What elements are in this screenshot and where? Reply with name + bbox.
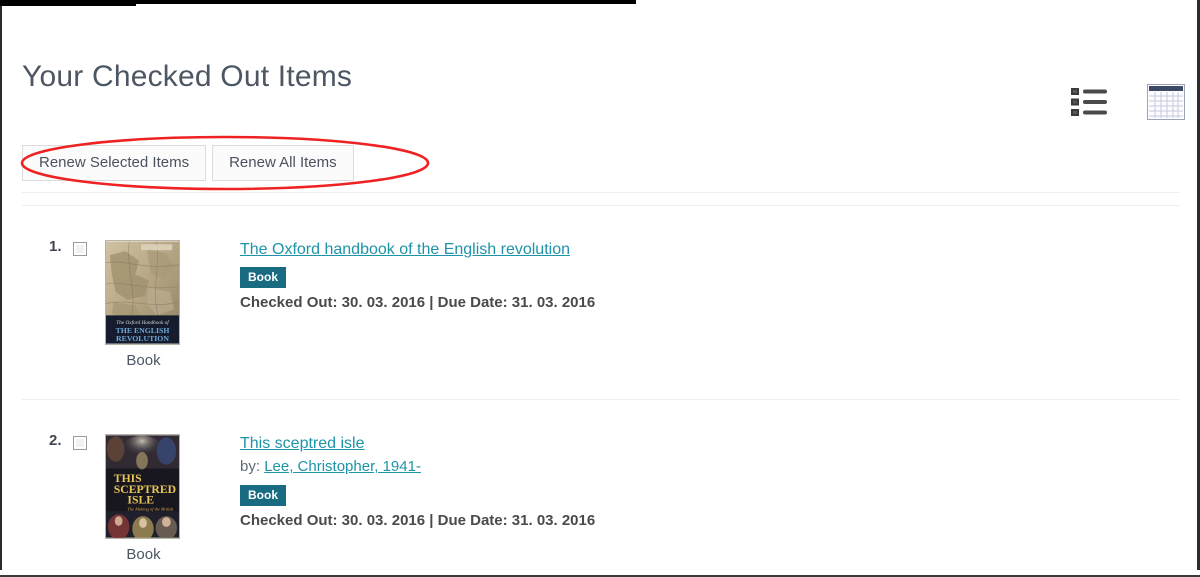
item-divider	[22, 399, 1180, 400]
grid-view-button[interactable]	[1147, 84, 1185, 120]
toolbar-divider	[22, 192, 1180, 193]
item-select-checkbox[interactable]	[73, 242, 87, 256]
item-format-badge: Book	[240, 267, 286, 288]
item-author-link[interactable]: Lee, Christopher, 1941-	[264, 458, 421, 475]
item-cover-wrap: THIS SCEPTRED ISLE The Making of the Bri…	[105, 434, 182, 563]
item-format-caption: Book	[126, 352, 161, 369]
item-select-checkbox[interactable]	[73, 436, 87, 450]
item-details: This sceptred isle by: Lee, Christopher,…	[240, 434, 595, 529]
item-index: 2.	[49, 432, 62, 449]
book-cover-image: The Oxford Handbook of THE ENGLISH REVOL…	[105, 240, 180, 345]
item-details: The Oxford handbook of the English revol…	[240, 240, 595, 311]
window-top-border-2	[136, 0, 636, 4]
item-cover-wrap: The Oxford Handbook of THE ENGLISH REVOL…	[105, 240, 182, 369]
svg-text:The Making of the British: The Making of the British	[127, 506, 174, 511]
list-view-button[interactable]	[1071, 87, 1107, 117]
item-dates: Checked Out: 30. 03. 2016 | Due Date: 31…	[240, 512, 596, 529]
svg-text:REVOLUTION: REVOLUTION	[116, 334, 169, 343]
book-cover-image: THIS SCEPTRED ISLE The Making of the Bri…	[105, 434, 180, 539]
item-format-badge: Book	[240, 485, 286, 506]
renew-selected-items-button[interactable]: Renew Selected Items	[22, 145, 207, 181]
item-title-link[interactable]: The Oxford handbook of the English revol…	[240, 240, 570, 260]
renew-button-bar: Renew Selected Items Renew All Items	[22, 145, 354, 181]
item-author-line: by: Lee, Christopher, 1941-	[240, 456, 595, 478]
item-divider	[22, 205, 1180, 206]
page-content: Your Checked Out Items Renew Selected It…	[2, 6, 1197, 571]
item-title-link[interactable]: This sceptred isle	[240, 434, 365, 454]
item-author-prefix: by:	[240, 458, 261, 475]
checked-out-items-page: Your Checked Out Items Renew Selected It…	[0, 0, 1200, 577]
item-index: 1.	[49, 238, 62, 255]
item-format-caption: Book	[126, 546, 161, 563]
grid-view-icon	[1147, 84, 1185, 120]
renew-all-items-button[interactable]: Renew All Items	[212, 145, 354, 181]
page-title: Your Checked Out Items	[22, 60, 353, 94]
list-view-icon	[1071, 88, 1107, 116]
item-dates: Checked Out: 30. 03. 2016 | Due Date: 31…	[240, 294, 596, 311]
view-toggle-group	[1071, 84, 1185, 120]
svg-text:ISLE: ISLE	[127, 494, 154, 507]
